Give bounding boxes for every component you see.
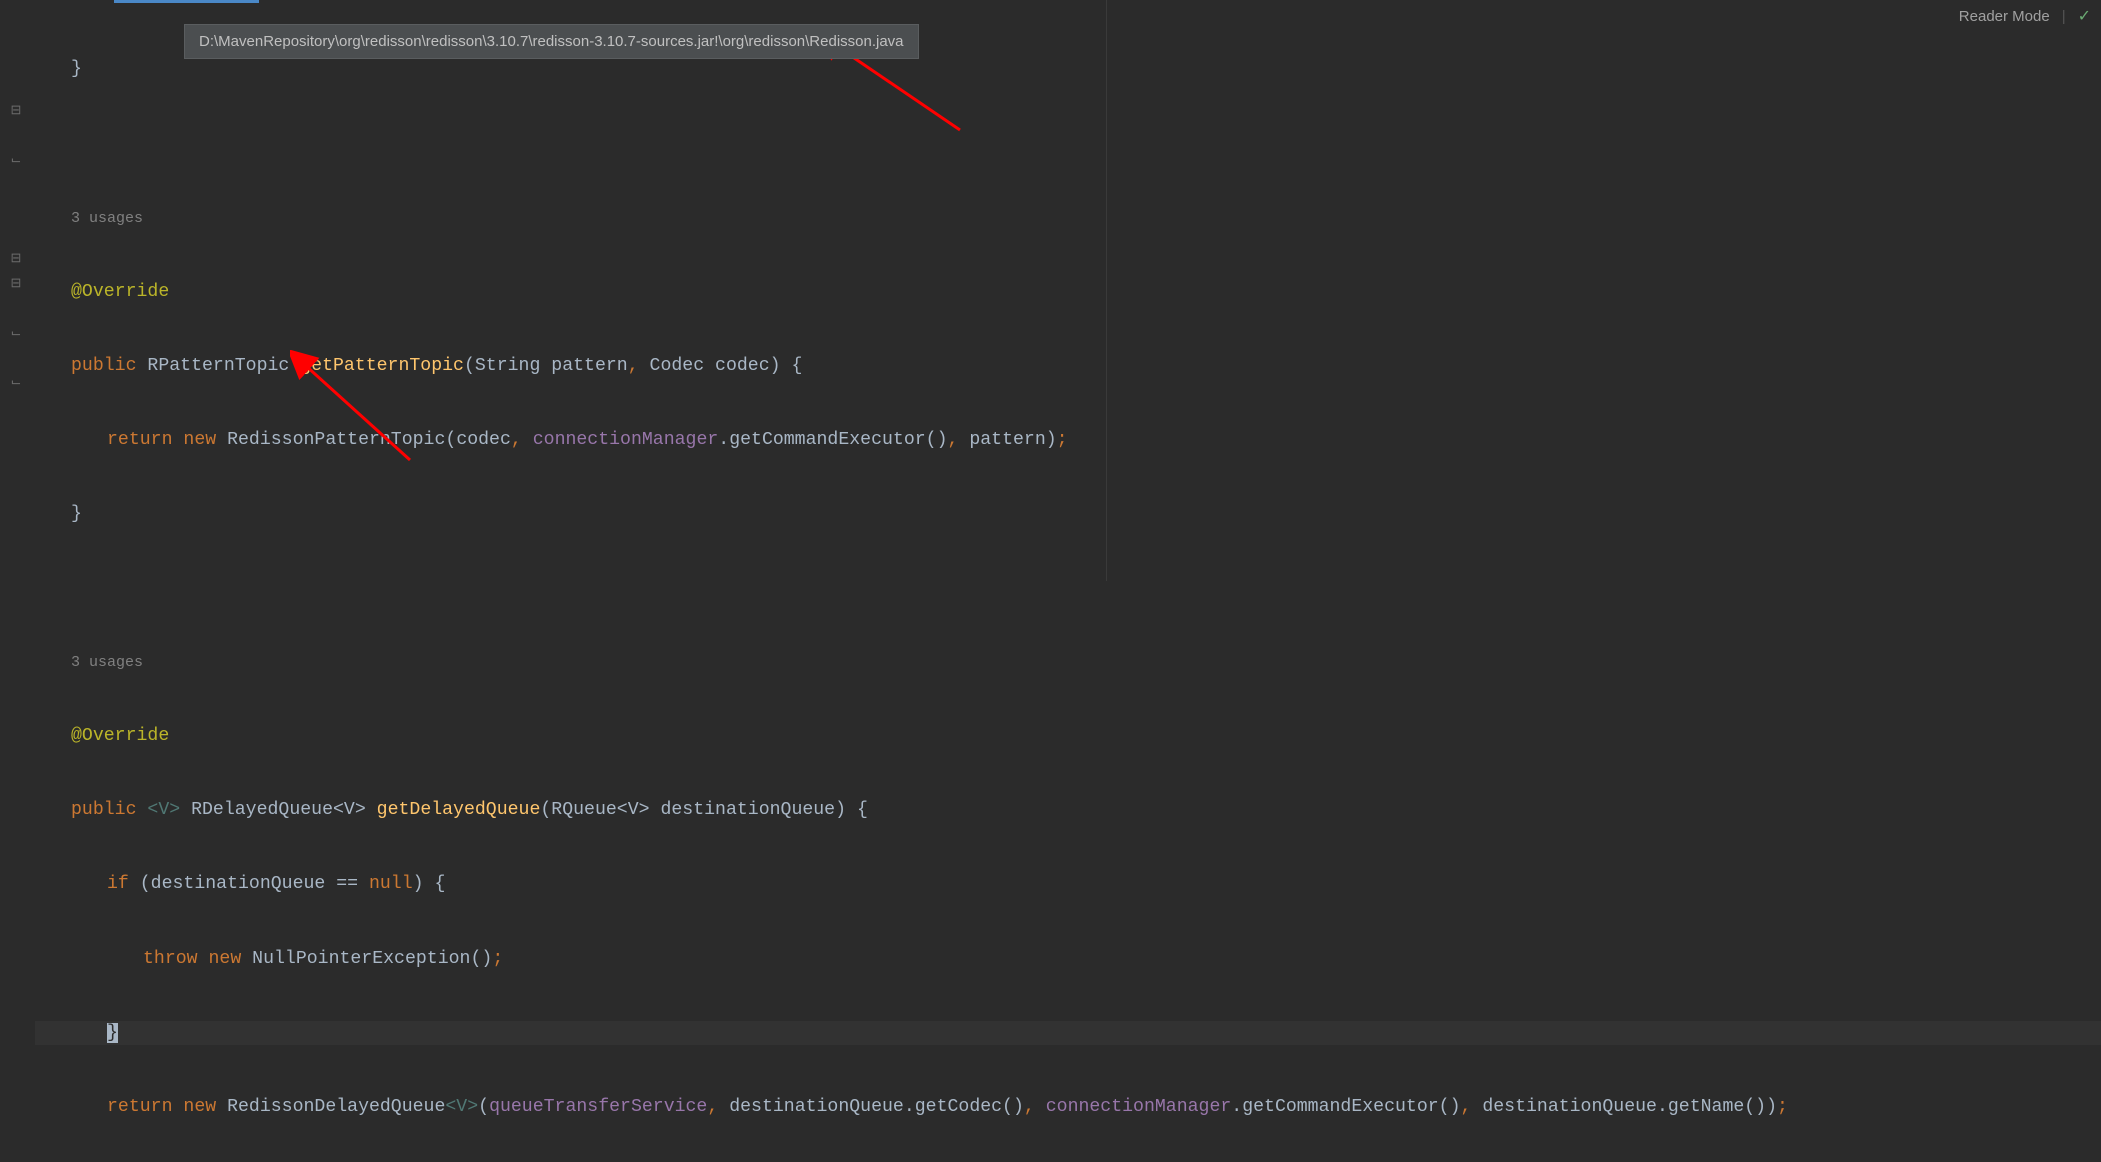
- tooltip-text: D:\MavenRepository\org\redisson\redisson…: [199, 33, 904, 50]
- active-tab-indicator: [114, 0, 259, 3]
- usages-hint[interactable]: 3 usages: [71, 654, 143, 671]
- right-margin-guide: [1106, 0, 1107, 581]
- fold-end-icon[interactable]: ⌙: [6, 325, 26, 341]
- reader-mode-label: Reader Mode: [1959, 8, 2050, 25]
- fold-start-icon[interactable]: ⊟: [6, 275, 26, 291]
- reader-mode-banner[interactable]: Reader Mode | ✓: [1959, 6, 2091, 26]
- annotation-override: @Override: [71, 282, 169, 302]
- annotation-override: @Override: [71, 726, 169, 746]
- return-statement: return new RedissonPatternTopic(codec, c…: [35, 428, 2101, 453]
- brace-close: }: [71, 504, 82, 524]
- throw-statement: throw new NullPointerException();: [35, 947, 2101, 972]
- code-area[interactable]: } 3 usages @Override public RPatternTopi…: [35, 0, 2101, 581]
- fold-end-icon[interactable]: ⌙: [6, 152, 26, 168]
- method-signature: public RPatternTopic getPatternTopic(Str…: [35, 354, 2101, 379]
- usages-hint[interactable]: 3 usages: [71, 210, 143, 227]
- gutter: ⊟ ⌙ ⊟ ⊟ ⌙ ⌙: [0, 0, 35, 581]
- check-icon[interactable]: ✓: [2078, 6, 2091, 26]
- fold-start-icon[interactable]: ⊟: [6, 102, 26, 118]
- file-path-tooltip: D:\MavenRepository\org\redisson\redisson…: [184, 24, 919, 59]
- return-statement: return new RedissonDelayedQueue<V>(queue…: [35, 1095, 2101, 1120]
- fold-start-icon[interactable]: ⊟: [6, 250, 26, 266]
- editor-wrap: ⊟ ⌙ ⊟ ⊟ ⌙ ⌙ } 3 usages @Override public …: [0, 0, 2101, 581]
- method-signature: public <V> RDelayedQueue<V> getDelayedQu…: [35, 798, 2101, 823]
- if-statement: if (destinationQueue == null) {: [35, 872, 2101, 897]
- divider: |: [2062, 8, 2066, 25]
- fold-end-icon[interactable]: ⌙: [6, 374, 26, 390]
- brace-close: }: [71, 59, 82, 79]
- current-line: }: [35, 1021, 2101, 1046]
